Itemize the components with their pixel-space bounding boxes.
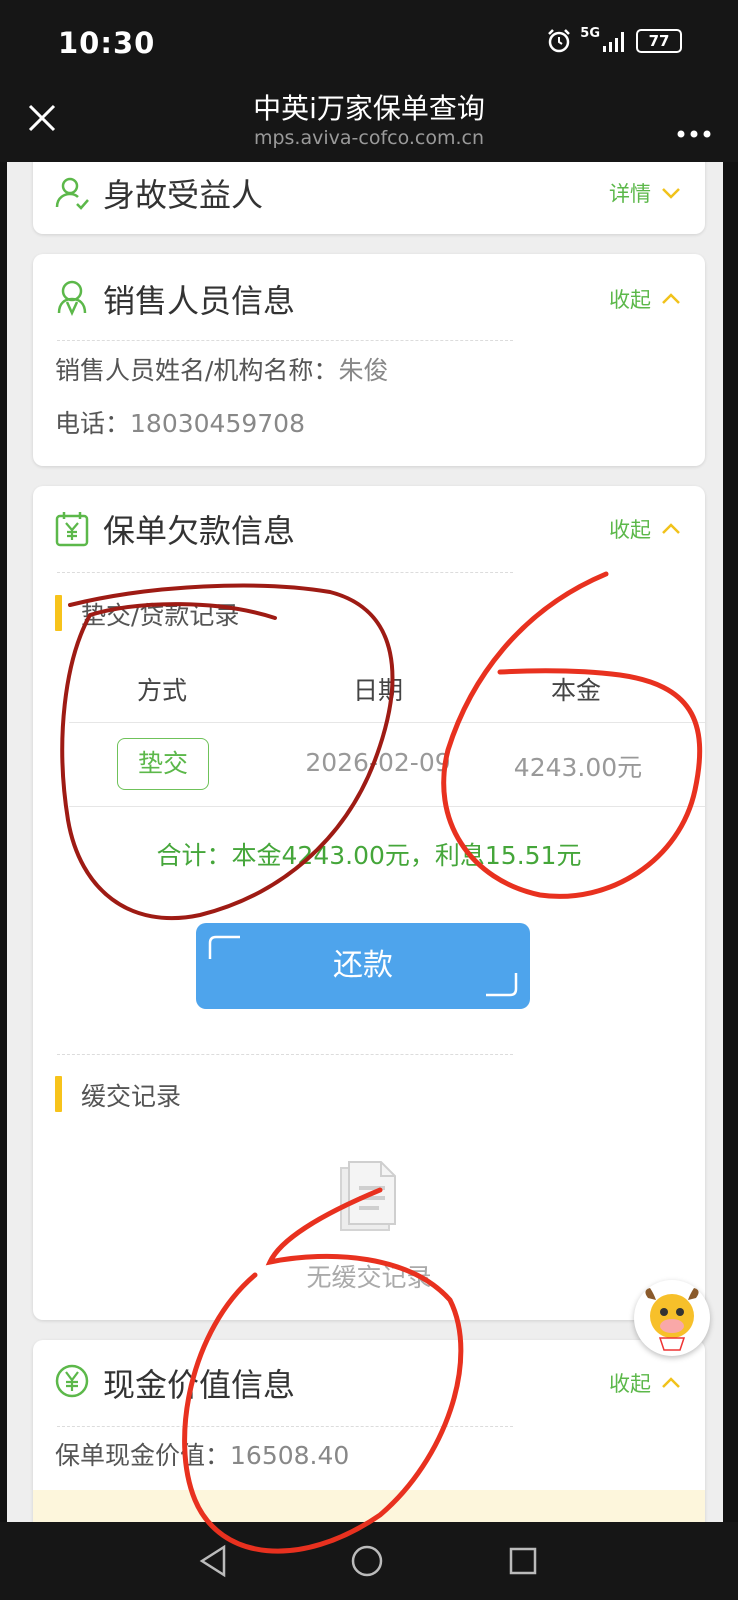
alarm-icon — [548, 29, 571, 53]
loan-records-title: 垫交/贷款记录 — [81, 601, 240, 630]
corner-bracket-icon — [208, 935, 240, 959]
record-principal: 4243.00元 — [513, 753, 643, 782]
empty-document-icon — [340, 1161, 396, 1231]
sales-phone-field: 电话：18030459708 — [55, 404, 305, 440]
sales-phone-label: 电话： — [55, 409, 131, 438]
back-icon[interactable] — [198, 1544, 230, 1578]
sales-title: 销售人员信息 — [103, 282, 296, 320]
user-badge-icon — [57, 280, 87, 316]
record-date: 2026-02-09 — [305, 748, 451, 777]
system-nav-bar — [0, 1522, 738, 1600]
toggle-label: 收起 — [609, 288, 651, 312]
repay-label: 还款 — [333, 948, 393, 983]
arrears-card: 保单欠款信息 收起 垫交/贷款记录 方式 日期 本金 垫交 2026-02-09… — [33, 486, 705, 1320]
col-header-date: 日期 — [352, 676, 403, 705]
more-menu-button[interactable] — [676, 112, 712, 147]
chevron-up-icon — [662, 523, 680, 534]
method-tag: 垫交 — [117, 738, 209, 790]
more-icon — [677, 130, 711, 138]
page-title: 中英i万家保单查询 — [253, 92, 485, 125]
status-icons: 5G 77 — [546, 25, 682, 54]
divider — [57, 1426, 513, 1427]
notice-strip — [33, 1490, 705, 1522]
divider — [57, 1054, 513, 1055]
sales-name-field: 销售人员姓名/机构名称：朱俊 — [55, 351, 388, 387]
divider — [57, 572, 513, 573]
cash-value-amount: 16508.40 — [230, 1441, 350, 1470]
sales-phone-value[interactable]: 18030459708 — [130, 409, 305, 438]
signal-icon — [603, 32, 624, 52]
beneficiary-card: 身故受益人 详情 — [33, 162, 705, 234]
section-marker — [55, 595, 62, 631]
yuan-coin-icon — [55, 1364, 89, 1398]
home-icon[interactable] — [350, 1544, 384, 1578]
beneficiary-toggle[interactable]: 详情 — [609, 178, 681, 208]
chevron-down-icon — [662, 188, 680, 199]
calendar-yuan-icon — [55, 512, 89, 547]
phone-screen: 10:30 5G 77 中英i万家保单查询 mps.aviva-cofco.co… — [0, 0, 738, 1600]
empty-deferral-text: 无缓交记录 — [306, 1263, 432, 1292]
cow-mascot-icon — [645, 1288, 699, 1351]
status-bar: 10:30 5G 77 — [0, 0, 738, 82]
sales-toggle[interactable]: 收起 — [609, 284, 681, 314]
sales-info-card: 销售人员信息 收起 销售人员姓名/机构名称：朱俊 电话：18030459708 — [33, 254, 705, 466]
toggle-label: 详情 — [609, 182, 651, 206]
table-divider — [69, 722, 705, 723]
page-content: 身故受益人 详情 销售人员信息 收起 销售人员姓名/机构名称：朱俊 电话：180… — [7, 162, 723, 1522]
network-type: 5G — [580, 25, 600, 41]
cash-value-field: 保单现金价值：16508.40 — [55, 1436, 349, 1472]
table-divider — [69, 806, 705, 807]
toggle-label: 收起 — [609, 1372, 651, 1396]
repay-button[interactable]: 还款 — [196, 923, 530, 1009]
status-time: 10:30 — [58, 26, 156, 60]
chevron-up-icon — [662, 293, 680, 304]
section-marker — [55, 1076, 62, 1112]
corner-bracket-icon — [486, 973, 518, 997]
chevron-up-icon — [662, 1377, 680, 1388]
cash-value-title: 现金价值信息 — [103, 1366, 296, 1404]
deferral-records-title: 缓交记录 — [81, 1082, 182, 1111]
arrears-total: 合计：本金4243.00元，利息15.51元 — [156, 841, 582, 870]
col-header-method: 方式 — [136, 676, 187, 705]
mascot-assistant-button[interactable] — [634, 1280, 710, 1356]
recents-icon[interactable] — [508, 1546, 538, 1576]
cash-value-label: 保单现金价值： — [55, 1441, 231, 1470]
page-url: mps.aviva-cofco.com.cn — [253, 127, 485, 149]
sales-name-label: 销售人员姓名/机构名称： — [55, 356, 339, 385]
arrears-toggle[interactable]: 收起 — [609, 514, 681, 544]
cash-value-toggle[interactable]: 收起 — [609, 1368, 681, 1398]
battery-level: 77 — [636, 29, 682, 53]
cash-value-card: 现金价值信息 收起 保单现金价值：16508.40 — [33, 1340, 705, 1522]
beneficiary-title: 身故受益人 — [103, 176, 264, 214]
sales-name-value: 朱俊 — [338, 356, 389, 385]
browser-header: 中英i万家保单查询 mps.aviva-cofco.com.cn — [0, 82, 738, 162]
arrears-title: 保单欠款信息 — [103, 512, 296, 550]
divider — [57, 340, 513, 341]
toggle-label: 收起 — [609, 518, 651, 542]
col-header-principal: 本金 — [550, 676, 601, 705]
user-check-icon — [55, 177, 89, 210]
